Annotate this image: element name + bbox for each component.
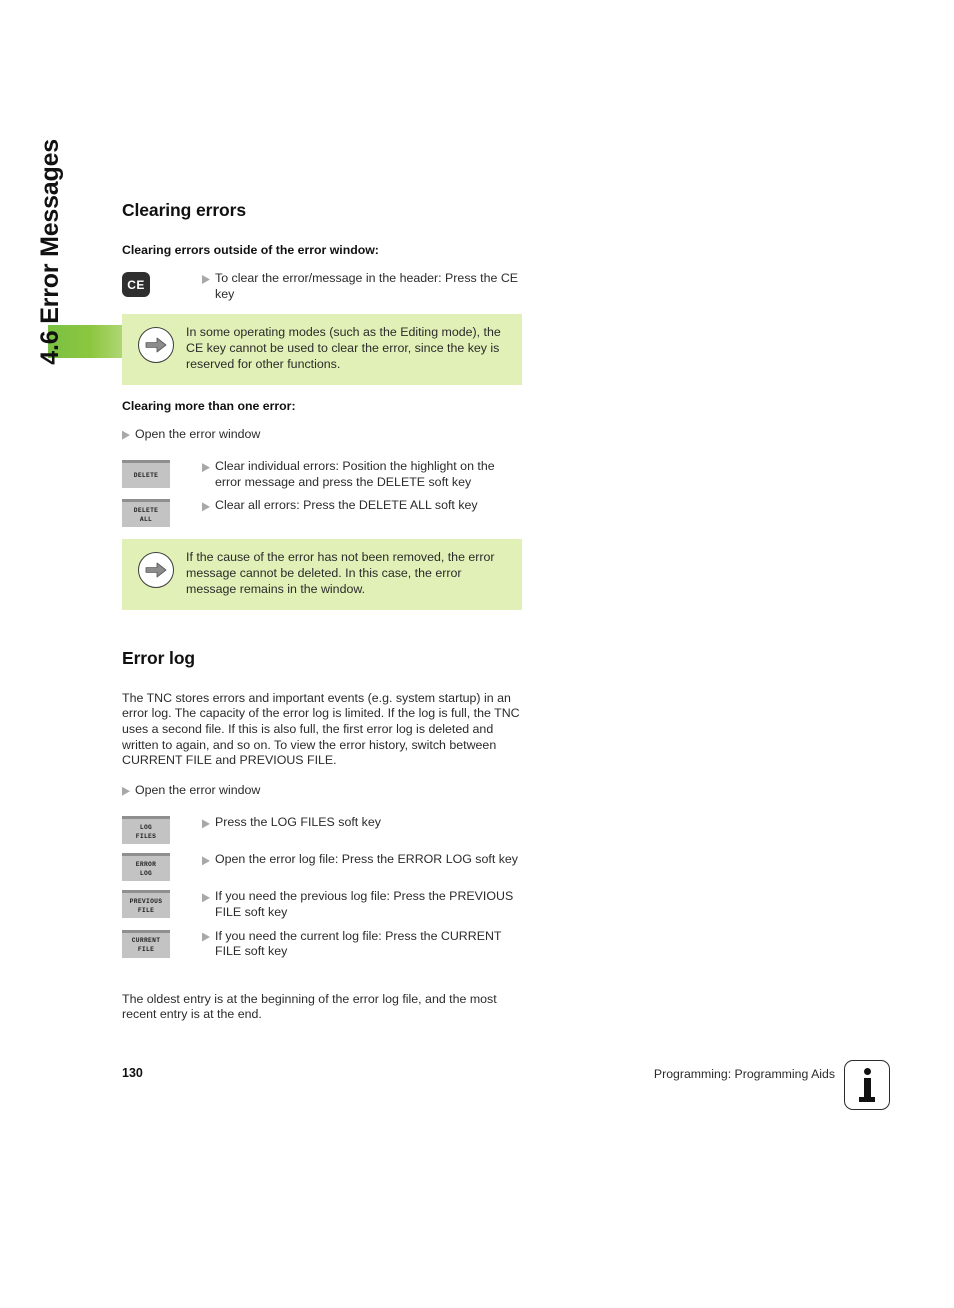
step-text-cell: Clear all errors: Press the DELETE ALL s… bbox=[202, 498, 522, 514]
paragraph-error-log: The TNC stores errors and important even… bbox=[122, 690, 520, 768]
note-text: In some operating modes (such as the Edi… bbox=[186, 325, 501, 371]
subheading-clearing-more: Clearing more than one error: bbox=[122, 398, 296, 413]
step-row-delete-all: DELETE ALL Clear all errors: Press the D… bbox=[122, 498, 522, 528]
page-footer: 130 Programming: Programming Aids bbox=[122, 1060, 890, 1110]
bullet-triangle-icon bbox=[202, 819, 210, 829]
key-cell: ERROR LOG bbox=[122, 852, 202, 882]
bullet-triangle-icon bbox=[122, 430, 130, 440]
info-base bbox=[859, 1097, 875, 1102]
key-cell: CE bbox=[122, 271, 202, 297]
step-text-cell: If you need the previous log file: Press… bbox=[202, 889, 522, 920]
info-stem bbox=[863, 1078, 871, 1097]
key-cell: DELETE bbox=[122, 459, 202, 489]
step-text-cell: Open the error log file: Press the ERROR… bbox=[202, 852, 522, 868]
bullet-triangle-icon bbox=[202, 463, 210, 473]
bullet-triangle-icon bbox=[202, 856, 210, 866]
key-cell: LOG FILES bbox=[122, 815, 202, 845]
softkey-line-1: LOG bbox=[139, 823, 153, 831]
note-box-error-cause: If the cause of the error has not been r… bbox=[122, 539, 522, 610]
step-row-ce: CE To clear the error/message in the hea… bbox=[122, 271, 522, 302]
step-text: Press the LOG FILES soft key bbox=[215, 815, 381, 830]
bullet-triangle-icon bbox=[202, 932, 210, 942]
arrow-right-circle-icon bbox=[138, 327, 174, 364]
step-text-cell: If you need the current log file: Press … bbox=[202, 929, 522, 960]
softkey-error-log[interactable]: ERROR LOG bbox=[122, 853, 170, 882]
step-text: If you need the previous log file: Press… bbox=[215, 889, 514, 919]
softkey-delete-all[interactable]: DELETE ALL bbox=[122, 499, 170, 528]
bullet-triangle-icon bbox=[122, 786, 130, 796]
page-title: Clearing errors bbox=[122, 200, 246, 220]
running-head: Programming: Programming Aids bbox=[653, 1067, 835, 1081]
softkey-line-2: FILE bbox=[137, 946, 155, 953]
step-text-cell: Clear individual errors: Position the hi… bbox=[202, 459, 522, 490]
step-text: Open the error window bbox=[135, 782, 261, 797]
step-row-log-files: LOG FILES Press the LOG FILES soft key bbox=[122, 815, 522, 845]
content-column: Clearing errors Clearing errors outside … bbox=[122, 200, 522, 1037]
note-text: If the cause of the error has not been r… bbox=[186, 550, 495, 596]
page-number: 130 bbox=[122, 1066, 143, 1080]
ce-key-icon[interactable]: CE bbox=[122, 272, 150, 297]
step-row-current-file: CURRENT FILE If you need the current log… bbox=[122, 929, 522, 960]
softkey-line-2: FILE bbox=[137, 906, 155, 914]
step-row-open-error-window-log: Open the error window bbox=[122, 783, 522, 799]
softkey-line-1: CURRENT bbox=[131, 937, 161, 944]
step-row-open-error-window: Open the error window bbox=[122, 427, 522, 443]
step-text: To clear the error/message in the header… bbox=[215, 271, 519, 301]
chapter-tab-label: 4.6 Error Messages bbox=[35, 139, 64, 365]
subheading-clearing-outside: Clearing errors outside of the error win… bbox=[122, 243, 379, 257]
softkey-line-1: PREVIOUS bbox=[129, 897, 163, 905]
step-text: Open the error log file: Press the ERROR… bbox=[215, 852, 519, 867]
softkey-line-2: LOG bbox=[139, 869, 153, 877]
softkey-log-files[interactable]: LOG FILES bbox=[122, 816, 170, 845]
document-page: 4.6 Error Messages Clearing errors Clear… bbox=[0, 0, 954, 1308]
step-row-previous-file: PREVIOUS FILE If you need the previous l… bbox=[122, 889, 522, 920]
step-text: Clear all errors: Press the DELETE ALL s… bbox=[215, 498, 478, 513]
softkey-current-file[interactable]: CURRENT FILE bbox=[122, 929, 170, 958]
softkey-line-1: ERROR bbox=[135, 860, 157, 868]
key-cell: DELETE ALL bbox=[122, 498, 202, 528]
note-box-ce-key: In some operating modes (such as the Edi… bbox=[122, 314, 522, 385]
softkey-line-1: DELETE bbox=[133, 472, 159, 480]
footer-right: Programming: Programming Aids bbox=[654, 1060, 890, 1110]
softkey-delete[interactable]: DELETE bbox=[122, 460, 170, 489]
softkey-line-1: DELETE bbox=[133, 506, 159, 514]
step-row-delete: DELETE Clear individual errors: Position… bbox=[122, 459, 522, 490]
info-dot bbox=[863, 1068, 871, 1075]
softkey-line-2: FILES bbox=[135, 832, 157, 840]
step-text: Open the error window bbox=[135, 426, 261, 441]
bullet-triangle-icon bbox=[202, 275, 210, 284]
step-text: Clear individual errors: Position the hi… bbox=[215, 459, 495, 489]
key-cell: PREVIOUS FILE bbox=[122, 889, 202, 919]
bullet-triangle-icon bbox=[202, 893, 210, 903]
heading-error-log: Error log bbox=[122, 647, 195, 668]
bullet-triangle-icon bbox=[202, 502, 210, 512]
step-text-cell: Press the LOG FILES soft key bbox=[202, 815, 522, 831]
step-text: If you need the current log file: Press … bbox=[215, 928, 502, 959]
arrow-right-circle-icon bbox=[138, 552, 174, 589]
softkey-previous-file[interactable]: PREVIOUS FILE bbox=[122, 890, 170, 919]
softkey-line-2: ALL bbox=[139, 515, 153, 523]
step-row-error-log: ERROR LOG Open the error log file: Press… bbox=[122, 852, 522, 882]
paragraph-log-order: The oldest entry is at the beginning of … bbox=[122, 991, 497, 1022]
key-cell: CURRENT FILE bbox=[122, 929, 202, 958]
info-key-icon bbox=[844, 1060, 890, 1110]
step-text-cell: To clear the error/message in the header… bbox=[202, 271, 522, 302]
